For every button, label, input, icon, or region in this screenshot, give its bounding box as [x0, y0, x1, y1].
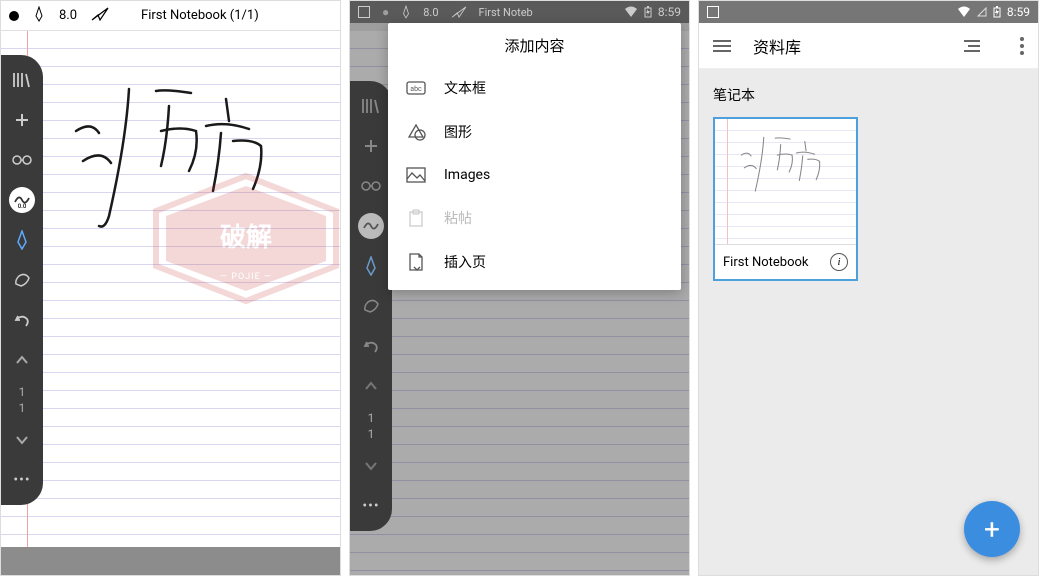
app-icon	[707, 6, 719, 18]
popup-item-insert-page[interactable]: 插入页	[388, 240, 681, 284]
editor-header: 8.0 First Notebook (1/1)	[1, 1, 340, 31]
hamburger-icon[interactable]	[713, 40, 731, 52]
notebook-thumbnail	[715, 119, 856, 245]
tool-sidebar: 0.0 1 1 •••	[1, 55, 43, 505]
image-icon	[406, 166, 426, 184]
more-icon[interactable]: •••	[356, 493, 386, 519]
send-icon	[451, 6, 467, 18]
screen-library: 8:59 资料库 笔记本	[698, 0, 1039, 576]
svg-text:0.0: 0.0	[18, 203, 27, 210]
eraser-icon[interactable]	[356, 293, 386, 319]
popup-item-label: 粘帖	[444, 208, 472, 228]
section-title: 笔记本	[713, 85, 1024, 105]
notebook-footer: First Notebook i	[715, 245, 856, 279]
popup-item-label: 图形	[444, 122, 472, 142]
canvas-area-dimmed: 1 1 ••• 添加内容 abc 文本框 图形 Images	[350, 23, 689, 576]
eraser-icon[interactable]	[7, 267, 37, 293]
pen-size-icon	[401, 5, 411, 19]
insert-page-icon	[406, 253, 426, 271]
library-header: 资料库	[699, 23, 1038, 69]
app-icon	[358, 6, 370, 18]
fab-add-button[interactable]: +	[964, 501, 1020, 557]
glasses-icon[interactable]	[7, 147, 37, 173]
popup-item-label: Images	[444, 167, 490, 183]
paste-icon	[406, 209, 426, 227]
canvas-area[interactable]: 破解 — POJIE —	[1, 31, 340, 547]
popup-item-paste: 粘帖	[388, 196, 681, 240]
wifi-icon	[957, 6, 971, 18]
textbox-icon: abc	[406, 79, 426, 97]
popup-title: 添加内容	[388, 23, 681, 66]
undo-icon[interactable]	[7, 307, 37, 333]
add-icon[interactable]	[356, 133, 386, 159]
brush-settings-icon[interactable]: 0.0	[9, 187, 35, 213]
notebook-name: First Notebook	[723, 255, 809, 270]
svg-text:— POJIE —: — POJIE —	[220, 272, 272, 282]
brush-settings-icon[interactable]	[358, 213, 384, 239]
record-dot-icon[interactable]	[9, 11, 19, 21]
screen-add-content: ● 8.0 First Noteb 8:59 1 1	[349, 0, 690, 576]
zoom-value: 8.0	[59, 8, 77, 23]
battery-icon	[993, 6, 1001, 18]
page-up-icon[interactable]	[356, 373, 386, 399]
pen-tool-icon[interactable]	[7, 227, 37, 253]
page-down-icon[interactable]	[356, 453, 386, 479]
watermark-icon: 破解 — POJIE —	[141, 171, 341, 311]
signal-icon	[977, 7, 987, 17]
overflow-menu-icon[interactable]	[1020, 37, 1024, 55]
popup-item-label: 插入页	[444, 252, 486, 272]
svg-text:abc: abc	[410, 85, 422, 93]
library-icon[interactable]	[356, 93, 386, 119]
undo-icon[interactable]	[356, 333, 386, 359]
view-list-icon[interactable]	[964, 40, 980, 52]
pen-tool-icon[interactable]	[356, 253, 386, 279]
svg-text:破解: 破解	[220, 222, 272, 252]
send-icon[interactable]	[91, 7, 109, 25]
info-icon[interactable]: i	[830, 253, 848, 271]
tool-sidebar: 1 1 •••	[350, 81, 392, 531]
battery-icon	[644, 6, 652, 18]
shape-icon	[406, 123, 426, 141]
library-icon[interactable]	[7, 67, 37, 93]
page-indicator[interactable]: 1 1	[356, 413, 386, 439]
page-title: 资料库	[753, 34, 942, 58]
status-bar: ● 8.0 First Noteb 8:59	[350, 1, 689, 23]
page-down-icon[interactable]	[7, 427, 37, 453]
wifi-icon	[624, 6, 638, 18]
popup-item-label: 文本框	[444, 78, 486, 98]
notebook-title[interactable]: First Notebook (1/1)	[141, 8, 259, 23]
popup-item-shape[interactable]: 图形	[388, 110, 681, 154]
notebook-card[interactable]: First Notebook i	[713, 117, 858, 281]
popup-item-images[interactable]: Images	[388, 154, 681, 196]
status-time: 8:59	[1007, 5, 1030, 19]
editor-footer	[1, 547, 340, 576]
status-bar: 8:59	[699, 1, 1038, 23]
page-indicator[interactable]: 1 1	[7, 387, 37, 413]
add-content-popup: 添加内容 abc 文本框 图形 Images 粘帖 插入页	[388, 23, 681, 290]
more-icon[interactable]: •••	[7, 467, 37, 493]
popup-item-textbox[interactable]: abc 文本框	[388, 66, 681, 110]
library-body: 笔记本 First Notebook i +	[699, 69, 1038, 576]
glasses-icon[interactable]	[356, 173, 386, 199]
page-up-icon[interactable]	[7, 347, 37, 373]
screen-editor: 8.0 First Notebook (1/1)	[0, 0, 341, 576]
status-time: 8:59	[658, 5, 681, 19]
pen-size-icon[interactable]	[33, 6, 45, 26]
add-icon[interactable]	[7, 107, 37, 133]
